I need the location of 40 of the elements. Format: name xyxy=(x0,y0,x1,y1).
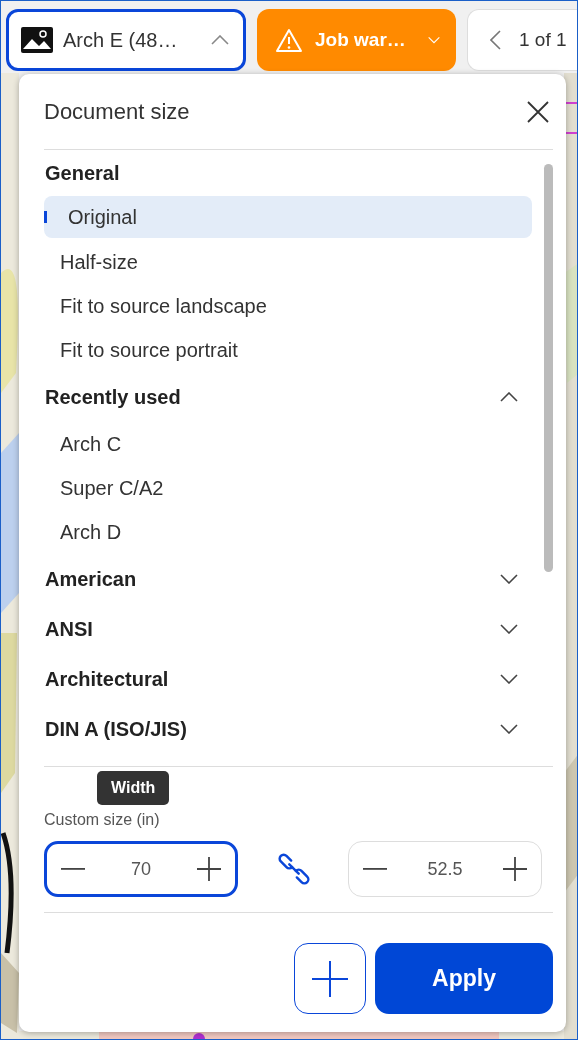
chevron-left-icon[interactable] xyxy=(490,30,501,50)
chevron-up-icon xyxy=(500,392,518,402)
plus-icon[interactable] xyxy=(197,857,221,881)
add-button[interactable] xyxy=(294,943,366,1014)
section-header[interactable]: Architectural xyxy=(44,654,532,704)
tooltip: Width xyxy=(97,771,170,805)
number-stepper[interactable]: 52.5 xyxy=(348,841,542,897)
chevron-down-icon xyxy=(500,574,518,584)
size-option[interactable]: Fit to source portrait xyxy=(44,328,532,372)
size-option[interactable]: Fit to source landscape xyxy=(44,284,532,328)
document-size-dropdown[interactable]: Arch E (48… xyxy=(6,9,246,71)
section-header[interactable]: ANSI xyxy=(44,604,532,654)
link-icon[interactable] xyxy=(278,852,310,886)
section-header[interactable]: Recently used xyxy=(44,372,532,422)
number-input[interactable]: 70 xyxy=(104,857,178,881)
chevron-down-icon xyxy=(500,724,518,734)
size-option[interactable]: Original xyxy=(44,196,532,238)
chevron-down-icon xyxy=(428,36,440,44)
plus-icon xyxy=(312,960,348,997)
number-stepper[interactable]: 70 xyxy=(44,841,238,897)
page-count: 1 of 1 xyxy=(519,29,567,51)
size-option[interactable]: Arch D xyxy=(44,510,532,554)
number-input[interactable]: 52.5 xyxy=(408,857,482,881)
scrollbar-thumb[interactable] xyxy=(544,164,553,572)
chevron-up-icon xyxy=(211,35,229,45)
dialog-title: Document size xyxy=(44,98,190,125)
size-option[interactable]: Half-size xyxy=(44,240,532,284)
plus-icon[interactable] xyxy=(503,857,527,881)
close-icon[interactable] xyxy=(527,100,549,123)
section-header[interactable]: American xyxy=(44,554,532,604)
section-heading: General xyxy=(45,161,120,185)
custom-size-label: Custom size (in) xyxy=(44,811,160,829)
size-option[interactable]: Super C/A2 xyxy=(44,466,532,510)
warning-icon xyxy=(275,27,303,53)
size-option[interactable]: Arch C xyxy=(44,422,532,466)
chevron-down-icon xyxy=(500,624,518,634)
chevron-down-icon xyxy=(500,674,518,684)
section-header[interactable]: DIN A (ISO/JIS) xyxy=(44,704,532,754)
apply-button[interactable]: Apply xyxy=(375,943,553,1014)
image-icon xyxy=(21,27,53,53)
